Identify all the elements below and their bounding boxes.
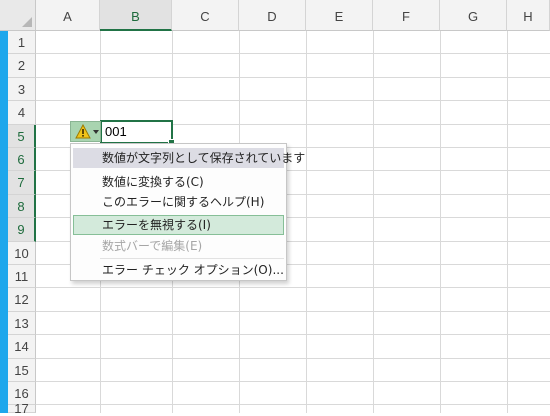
menu-separator xyxy=(100,258,284,259)
column-header-a[interactable]: A xyxy=(36,0,100,31)
menu-header-error-description: 数値が文字列として保存されています xyxy=(73,148,305,168)
row-header-12[interactable]: 12 xyxy=(8,288,36,312)
grid-line xyxy=(36,287,550,288)
column-header-c[interactable]: C xyxy=(172,0,239,31)
cell-b5-value: 001 xyxy=(105,124,127,139)
grid-line xyxy=(36,100,550,101)
menu-item-convert-to-number[interactable]: 数値に変換する(C) xyxy=(73,172,284,192)
column-header-g[interactable]: G xyxy=(440,0,507,31)
row-header-1[interactable]: 1 xyxy=(8,31,36,54)
menu-item-error-checking-options[interactable]: エラー チェック オプション(O)... xyxy=(73,260,284,280)
row-header-3[interactable]: 3 xyxy=(8,78,36,101)
grid-line xyxy=(507,31,508,413)
column-header-b[interactable]: B xyxy=(100,0,172,31)
row-header-15[interactable]: 15 xyxy=(8,359,36,382)
select-all-triangle-icon xyxy=(22,17,32,27)
grid-line xyxy=(36,334,550,335)
dropdown-arrow-icon xyxy=(93,130,99,134)
column-header-f[interactable]: F xyxy=(373,0,440,31)
row-header-5[interactable]: 5 xyxy=(8,125,36,148)
warning-icon xyxy=(75,124,91,139)
grid-line xyxy=(373,31,374,413)
row-header-13[interactable]: 13 xyxy=(8,312,36,335)
column-header-d[interactable]: D xyxy=(239,0,306,31)
row-header-8[interactable]: 8 xyxy=(8,195,36,218)
column-header-h[interactable]: H xyxy=(507,0,550,31)
grid-line xyxy=(36,77,550,78)
row-header-9[interactable]: 9 xyxy=(8,218,36,242)
grid-line xyxy=(36,358,550,359)
column-header-e[interactable]: E xyxy=(306,0,373,31)
grid-line xyxy=(36,404,550,405)
grid-line xyxy=(440,31,441,413)
grid-line xyxy=(36,311,550,312)
row-header-14[interactable]: 14 xyxy=(8,335,36,359)
row-header-11[interactable]: 11 xyxy=(8,265,36,288)
menu-item-ignore-error[interactable]: エラーを無視する(I) xyxy=(73,215,284,235)
error-check-button[interactable] xyxy=(70,121,101,142)
row-header-7[interactable]: 7 xyxy=(8,171,36,195)
row-header-6[interactable]: 6 xyxy=(8,148,36,171)
row-header-2[interactable]: 2 xyxy=(8,54,36,78)
grid-line xyxy=(36,381,550,382)
row-header-17[interactable]: 17 xyxy=(8,402,36,415)
row-header-10[interactable]: 10 xyxy=(8,242,36,265)
window-edge-bar xyxy=(0,31,8,413)
menu-item-edit-in-formula-bar: 数式バーで編集(E) xyxy=(102,239,203,253)
select-all-corner[interactable] xyxy=(0,0,36,31)
menu-item-help-on-error[interactable]: このエラーに関するヘルプ(H) xyxy=(73,192,284,212)
error-options-menu: 数値が文字列として保存されています 数値に変換する(C) このエラーに関するヘル… xyxy=(70,143,305,281)
grid-line xyxy=(36,53,550,54)
grid-line xyxy=(306,31,307,413)
row-header-4[interactable]: 4 xyxy=(8,101,36,125)
